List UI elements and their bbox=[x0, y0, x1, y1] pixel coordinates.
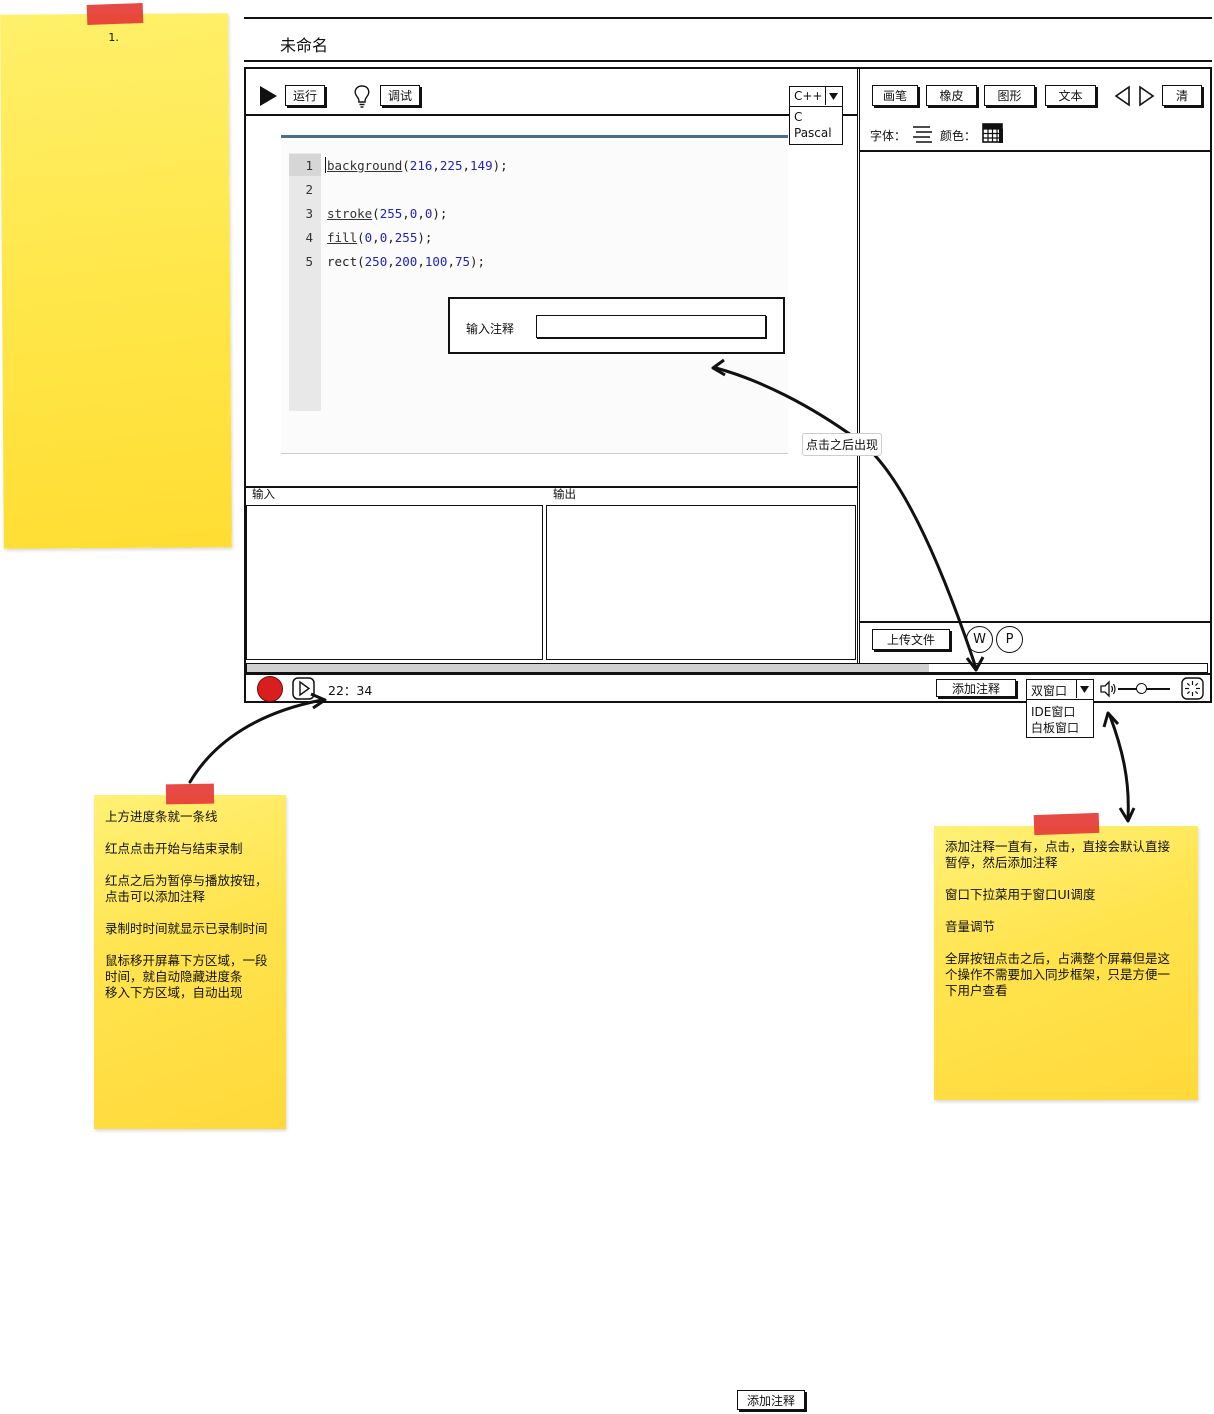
arrow-to-play bbox=[188, 698, 324, 784]
add-note-button-standalone[interactable]: 添加注释 bbox=[737, 1390, 805, 1410]
arrow-to-window-menu bbox=[1108, 714, 1130, 820]
sticky-note-bottom-left-text: 上方进度条就一条线 红点点击开始与结束录制 红点之后为暂停与播放按钮， 点击可以… bbox=[105, 809, 268, 1000]
sticky-note-bottom-right: 添加注释一直有，点击，直接会默认直接 暂停，然后添加注释 窗口下拉菜用于窗口UI… bbox=[934, 826, 1198, 1100]
arrow-to-popup bbox=[714, 366, 978, 670]
annotation-arrows bbox=[188, 358, 1136, 823]
sticky-note-tape bbox=[1033, 812, 1100, 836]
sticky-note-bottom-right-text: 添加注释一直有，点击，直接会默认直接 暂停，然后添加注释 窗口下拉菜用于窗口UI… bbox=[945, 839, 1171, 998]
callout-appear-after-click: 点击之后出现 bbox=[802, 433, 883, 456]
sticky-note-tape bbox=[165, 783, 215, 805]
sticky-note-bottom-left: 上方进度条就一条线 红点点击开始与结束录制 红点之后为暂停与播放按钮， 点击可以… bbox=[94, 795, 286, 1129]
